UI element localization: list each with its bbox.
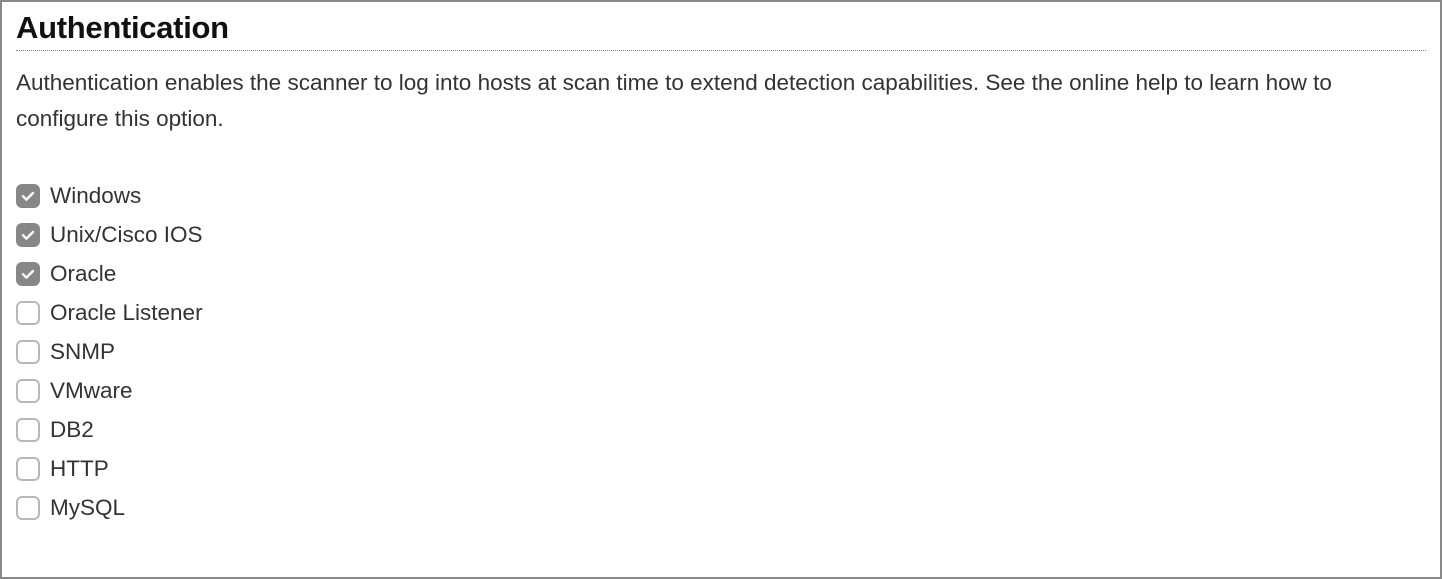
auth-option-unix-cisco-ios[interactable]: Unix/Cisco IOS <box>16 222 1426 248</box>
checkbox-oracle[interactable] <box>16 262 40 286</box>
auth-option-label[interactable]: Oracle <box>50 261 116 287</box>
checkbox-http[interactable] <box>16 457 40 481</box>
section-description: Authentication enables the scanner to lo… <box>16 65 1426 137</box>
checkbox-windows[interactable] <box>16 184 40 208</box>
auth-option-label[interactable]: Unix/Cisco IOS <box>50 222 203 248</box>
auth-option-windows[interactable]: Windows <box>16 183 1426 209</box>
auth-option-vmware[interactable]: VMware <box>16 378 1426 404</box>
section-divider <box>16 50 1426 51</box>
auth-option-oracle[interactable]: Oracle <box>16 261 1426 287</box>
section-title: Authentication <box>16 10 1426 46</box>
auth-options-list: Windows Unix/Cisco IOS Oracle Oracle Lis… <box>16 183 1426 521</box>
checkbox-mysql[interactable] <box>16 496 40 520</box>
auth-option-oracle-listener[interactable]: Oracle Listener <box>16 300 1426 326</box>
checkmark-icon <box>20 188 36 204</box>
checkbox-snmp[interactable] <box>16 340 40 364</box>
checkbox-vmware[interactable] <box>16 379 40 403</box>
auth-option-http[interactable]: HTTP <box>16 456 1426 482</box>
auth-option-db2[interactable]: DB2 <box>16 417 1426 443</box>
auth-option-mysql[interactable]: MySQL <box>16 495 1426 521</box>
auth-option-label[interactable]: Oracle Listener <box>50 300 203 326</box>
auth-option-snmp[interactable]: SNMP <box>16 339 1426 365</box>
auth-option-label[interactable]: MySQL <box>50 495 125 521</box>
checkbox-unix-cisco-ios[interactable] <box>16 223 40 247</box>
auth-option-label[interactable]: HTTP <box>50 456 109 482</box>
checkbox-db2[interactable] <box>16 418 40 442</box>
auth-option-label[interactable]: VMware <box>50 378 133 404</box>
auth-option-label[interactable]: DB2 <box>50 417 94 443</box>
checkbox-oracle-listener[interactable] <box>16 301 40 325</box>
checkmark-icon <box>20 266 36 282</box>
auth-option-label[interactable]: SNMP <box>50 339 115 365</box>
auth-option-label[interactable]: Windows <box>50 183 141 209</box>
authentication-panel: Authentication Authentication enables th… <box>0 0 1442 579</box>
checkmark-icon <box>20 227 36 243</box>
